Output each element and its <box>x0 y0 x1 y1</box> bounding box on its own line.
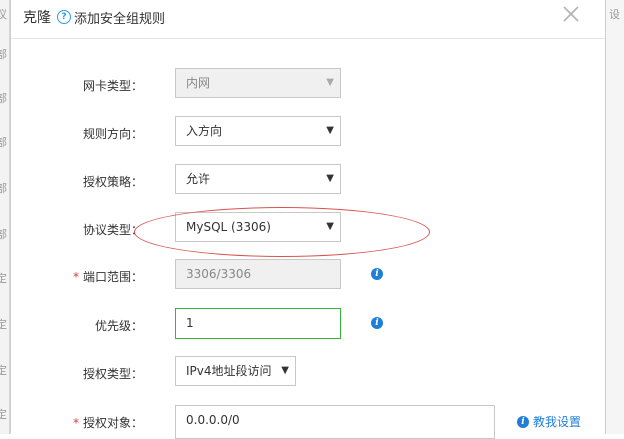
nic-type-value: 内网 <box>186 76 211 90</box>
priority-row: 优先级： 1 i <box>11 308 605 340</box>
dropdown-arrow-icon: ▼ <box>326 77 334 88</box>
protocol-type-select[interactable]: MySQL (3306) ▼ <box>175 212 341 242</box>
background-fragment: 部 <box>0 134 9 150</box>
dropdown-arrow-icon: ▼ <box>326 173 334 184</box>
help-setting-label: 教我设置 <box>533 415 582 429</box>
question-circle-icon[interactable]: ? <box>57 10 71 24</box>
auth-policy-row: 授权策略： 允许 ▼ <box>11 164 605 196</box>
required-asterisk: * <box>72 270 79 284</box>
rule-direction-row: 规则方向： 入方向 ▼ <box>11 116 605 148</box>
priority-input[interactable]: 1 <box>175 308 341 339</box>
auth-policy-label: 授权策略： <box>82 175 143 189</box>
add-security-group-rule-dialog: 克隆 ? 添加安全组规则 网卡类型： 内网 ▼ 规则方向： 入方向 ▼ 授权策略… <box>10 0 606 439</box>
help-setting-link[interactable]: i 教我设置 <box>517 413 581 430</box>
background-fragment: 议 <box>0 6 9 22</box>
nic-type-label: 网卡类型： <box>82 79 143 93</box>
auth-policy-select[interactable]: 允许 ▼ <box>175 164 341 194</box>
auth-type-row: 授权类型： IPv4地址段访问 ▼ <box>11 356 605 388</box>
auth-object-label-text: 授权对象： <box>82 416 143 430</box>
port-range-value: 3306/3306 <box>186 267 252 281</box>
port-range-label-text: 端口范围： <box>82 270 143 284</box>
protocol-type-label: 协议类型： <box>82 223 143 237</box>
required-asterisk: * <box>72 416 79 430</box>
background-fragment: 设 <box>609 8 620 21</box>
background-fragment: 定 <box>0 316 9 332</box>
dropdown-arrow-icon: ▼ <box>281 365 289 376</box>
info-icon[interactable]: i <box>371 268 383 280</box>
port-range-row: * 端口范围： 3306/3306 i <box>11 259 605 291</box>
rule-direction-select[interactable]: 入方向 ▼ <box>175 116 341 146</box>
info-icon[interactable]: i <box>371 317 383 329</box>
auth-object-value: 0.0.0.0/0 <box>186 413 240 427</box>
protocol-type-row: 协议类型： MySQL (3306) ▼ <box>11 212 605 244</box>
nic-type-select[interactable]: 内网 ▼ <box>175 68 341 98</box>
dialog-subtitle: 添加安全组规则 <box>74 11 166 27</box>
auth-object-row: * 授权对象： 0.0.0.0/0 i 教我设置 <box>11 405 605 439</box>
background-fragment: 部 <box>0 226 9 242</box>
auth-type-value: IPv4地址段访问 <box>186 364 272 378</box>
rule-direction-value: 入方向 <box>186 124 223 138</box>
background-fragment: 部 <box>0 46 9 62</box>
background-left-column: 议 部 部 部 部 部 定 定 定 定 <box>0 0 10 434</box>
background-fragment: 部 <box>0 90 9 106</box>
auth-policy-value: 允许 <box>186 172 211 186</box>
rule-direction-label: 规则方向： <box>82 127 143 141</box>
dialog-title-text: 克隆 <box>23 10 51 26</box>
auth-object-label: * 授权对象： <box>73 414 143 431</box>
protocol-type-value: MySQL (3306) <box>186 220 271 234</box>
auth-type-label: 授权类型： <box>82 367 143 381</box>
auth-type-select[interactable]: IPv4地址段访问 ▼ <box>175 356 296 386</box>
background-fragment: 定 <box>0 406 9 422</box>
dialog-header: 克隆 ? 添加安全组规则 <box>11 0 605 39</box>
background-fragment: 部 <box>0 180 9 196</box>
info-icon: i <box>517 415 529 428</box>
close-icon[interactable] <box>559 2 583 26</box>
port-range-input[interactable]: 3306/3306 <box>175 259 341 289</box>
port-range-label: * 端口范围： <box>73 268 143 285</box>
priority-value: 1 <box>186 316 194 330</box>
background-fragment: 定 <box>0 270 9 286</box>
background-fragment: 定 <box>0 362 9 378</box>
priority-label: 优先级： <box>94 319 143 333</box>
dropdown-arrow-icon: ▼ <box>326 221 334 232</box>
background-right-column: 设 <box>604 0 624 434</box>
dialog-title: 克隆 ? 添加安全组规则 <box>23 7 165 27</box>
dropdown-arrow-icon: ▼ <box>326 125 334 136</box>
nic-type-row: 网卡类型： 内网 ▼ <box>11 68 605 100</box>
